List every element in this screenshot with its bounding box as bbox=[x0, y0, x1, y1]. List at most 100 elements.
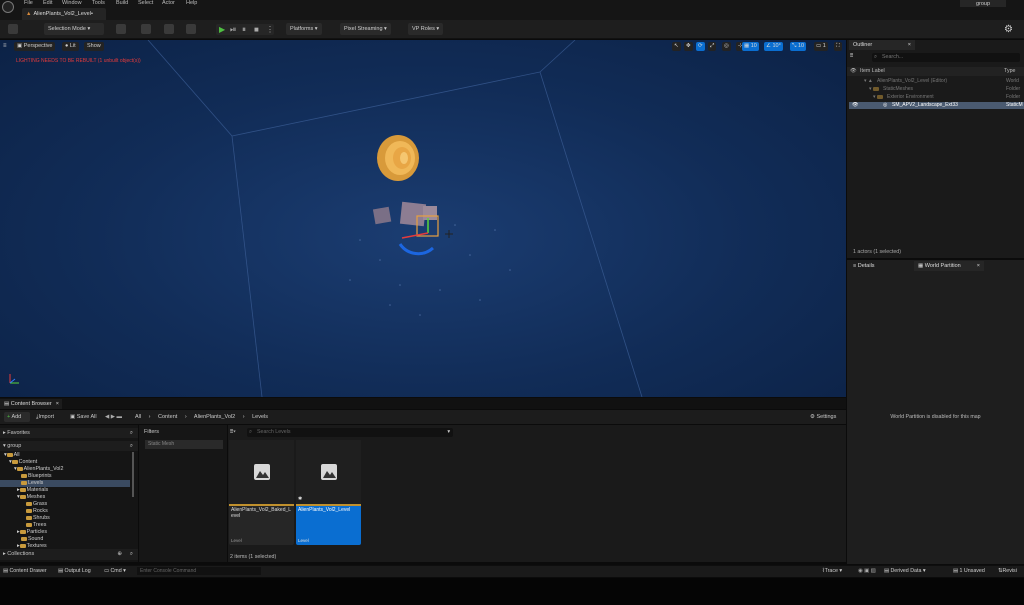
menu-actor[interactable]: Actor bbox=[162, 0, 175, 7]
outliner-row[interactable]: ▾ ▲ AlienPlants_Vol2_Level (Editor) Worl… bbox=[849, 78, 1024, 85]
menu-tools[interactable]: Tools bbox=[92, 0, 105, 7]
group-header[interactable]: ▾ group ⌕ bbox=[0, 441, 138, 451]
revision-control-button[interactable]: ⇅Revisi bbox=[998, 566, 1017, 576]
menu-build[interactable]: Build bbox=[116, 0, 128, 7]
world-local-icon[interactable]: ◎ bbox=[722, 42, 731, 51]
scale-tool-icon[interactable]: ⤢ bbox=[708, 42, 717, 51]
search-icon[interactable]: ⌕ bbox=[130, 441, 133, 451]
tree-item[interactable]: Shrubs bbox=[26, 515, 50, 522]
menu-window[interactable]: Window bbox=[62, 0, 82, 7]
stop-icon[interactable]: ■ bbox=[254, 25, 259, 34]
world-partition-tab[interactable]: ▦ World Partition × bbox=[914, 261, 984, 271]
tree-item[interactable]: ▸ Materials bbox=[17, 487, 48, 494]
play-icon[interactable]: ▶ bbox=[219, 25, 225, 34]
tree-item-selected[interactable]: Levels bbox=[0, 480, 130, 487]
blueprint-icon[interactable] bbox=[141, 24, 151, 34]
asset-tile-selected[interactable]: ✱ AlienPlants_Vol2_Level Level bbox=[296, 440, 361, 545]
filter-dropdown-icon[interactable]: ⩩▾ bbox=[230, 429, 236, 436]
rotate-tool-icon[interactable]: ⟳ bbox=[696, 42, 705, 51]
add-actor-icon[interactable] bbox=[116, 24, 126, 34]
save-all-button[interactable]: ▣ Save All bbox=[70, 412, 97, 422]
close-icon[interactable]: × bbox=[977, 261, 980, 271]
add-button[interactable]: + Add bbox=[4, 412, 30, 422]
translate-tool-icon[interactable]: ✥ bbox=[684, 42, 693, 51]
cinematics-icon[interactable] bbox=[164, 24, 174, 34]
tree-item[interactable]: ▾ Meshes bbox=[17, 494, 45, 501]
content-drawer-button[interactable]: ▤ Content Drawer bbox=[3, 566, 47, 576]
breadcrumb-item[interactable]: AlienPlants_Vol2 bbox=[194, 414, 235, 420]
tree-item[interactable]: Blueprints bbox=[21, 473, 52, 480]
close-icon[interactable]: × bbox=[56, 399, 59, 409]
maximize-viewport-icon[interactable]: ⛶ bbox=[834, 42, 842, 51]
modes-icon[interactable] bbox=[186, 24, 196, 34]
search-icon[interactable]: ⌕ bbox=[130, 428, 133, 438]
unsaved-button[interactable]: ▤ 1 Unsaved bbox=[953, 566, 985, 576]
back-icon[interactable]: ◀ bbox=[105, 414, 109, 420]
visibility-eye-icon[interactable]: 👁 bbox=[852, 102, 858, 109]
favorites-header[interactable]: ▸ Favorites ⌕ bbox=[0, 428, 138, 438]
chevron-down-icon[interactable]: ▾ bbox=[447, 428, 450, 437]
asset-tile[interactable]: AlienPlants_Vol2_Baked_Level Level bbox=[229, 440, 294, 545]
tree-item[interactable]: Rocks bbox=[26, 508, 48, 515]
save-icon[interactable] bbox=[8, 24, 18, 34]
breadcrumb-item[interactable]: All bbox=[135, 414, 141, 420]
settings-button[interactable]: ⚙ Settings bbox=[810, 412, 836, 422]
play-options-icon[interactable]: ⏯ bbox=[230, 25, 236, 35]
outliner-tab[interactable]: Outliner × bbox=[849, 40, 915, 50]
level-viewport[interactable] bbox=[0, 40, 846, 397]
import-button[interactable]: ⤓Import bbox=[36, 412, 54, 422]
breadcrumb-item[interactable]: Content bbox=[158, 414, 177, 420]
tree-item[interactable]: Trees bbox=[26, 522, 46, 529]
outliner-row-selected[interactable]: 👁 ◎ SM_APV2_Landscape_Ext33 StaticM bbox=[849, 102, 1024, 109]
tree-item[interactable]: ▾ Content bbox=[9, 459, 37, 466]
cmd-dropdown[interactable]: ▭ Cmd ▾ bbox=[104, 566, 126, 576]
close-icon[interactable]: × bbox=[908, 40, 911, 50]
viewport-menu-icon[interactable]: ≡ bbox=[3, 43, 7, 49]
grid-snap-toggle[interactable]: ▦ 10 bbox=[742, 42, 759, 51]
tree-item[interactable]: ▾ AlienPlants_Vol2 bbox=[14, 466, 63, 473]
selection-mode-dropdown[interactable]: Selection Mode ▾ bbox=[44, 23, 104, 35]
more-icon[interactable]: ⋮ bbox=[266, 25, 274, 34]
menu-file[interactable]: File bbox=[24, 0, 33, 7]
outliner-row[interactable]: ▾ StaticMeshes Folder bbox=[849, 86, 1024, 93]
breadcrumb-item[interactable]: Levels bbox=[252, 414, 268, 420]
menu-edit[interactable]: Edit bbox=[43, 0, 52, 7]
image-icon[interactable]: ▨ bbox=[871, 568, 876, 574]
col-item-label[interactable]: Item Label bbox=[860, 67, 885, 76]
scale-snap-toggle[interactable]: ⤡ 10 bbox=[790, 42, 807, 51]
filter-chip-static-mesh[interactable]: Static Mesh bbox=[145, 440, 223, 449]
output-log-button[interactable]: ▤ Output Log bbox=[58, 566, 91, 576]
asset-search-input[interactable]: ⌕ Search Levels ▾ bbox=[247, 428, 453, 437]
add-collection-icon[interactable]: ⊕ bbox=[117, 549, 122, 560]
content-browser-tab[interactable]: ▤ Content Browser × bbox=[0, 399, 62, 409]
console-input[interactable]: Enter Console Command bbox=[137, 567, 261, 575]
collections-header[interactable]: ▸ Collections ⊕ ⌕ bbox=[0, 549, 138, 560]
derived-data-button[interactable]: ▤ Derived Data ▾ bbox=[884, 566, 926, 576]
lit-button[interactable]: ● Lit bbox=[62, 42, 79, 51]
settings-gear-icon[interactable]: ⚙ bbox=[1004, 24, 1016, 36]
platforms-button[interactable]: Platforms ▾ bbox=[286, 23, 322, 35]
select-tool-icon[interactable]: ↖ bbox=[672, 42, 681, 51]
details-tab[interactable]: ≡ Details bbox=[849, 261, 879, 271]
vp-roles-button[interactable]: VP Roles ▾ bbox=[408, 23, 444, 35]
level-tab[interactable]: ▲ AlienPlants_Vol2_Level• bbox=[22, 8, 106, 20]
pixel-streaming-button[interactable]: Pixel Streaming ▾ bbox=[340, 23, 391, 35]
outliner-row[interactable]: ▾ Exterior Environment Folder bbox=[849, 94, 1024, 101]
forward-icon[interactable]: ▶ bbox=[111, 414, 115, 420]
camera-icon[interactable]: ▣ bbox=[864, 568, 869, 574]
menu-select[interactable]: Select bbox=[138, 0, 153, 7]
rotation-snap-toggle[interactable]: ∠ 10° bbox=[764, 42, 783, 51]
outliner-search-input[interactable]: ⌕ Search... bbox=[872, 53, 1020, 62]
tree-item[interactable]: Sound bbox=[21, 536, 43, 543]
filter-icon[interactable]: ⩩ bbox=[850, 53, 853, 60]
tree-item[interactable]: Grass bbox=[26, 501, 47, 508]
tree-scrollbar[interactable] bbox=[132, 452, 134, 497]
col-type[interactable]: Type bbox=[1004, 67, 1015, 76]
tree-item[interactable]: ▸ Particles bbox=[17, 529, 47, 536]
perspective-button[interactable]: ▣ Perspective bbox=[14, 42, 56, 51]
camera-speed-button[interactable]: ▭ 1 bbox=[814, 42, 828, 51]
pause-icon[interactable]: ⏸ bbox=[242, 25, 246, 35]
record-icon[interactable]: ◉ bbox=[858, 568, 863, 574]
show-button[interactable]: Show bbox=[84, 42, 104, 51]
menu-help[interactable]: Help bbox=[186, 0, 197, 7]
